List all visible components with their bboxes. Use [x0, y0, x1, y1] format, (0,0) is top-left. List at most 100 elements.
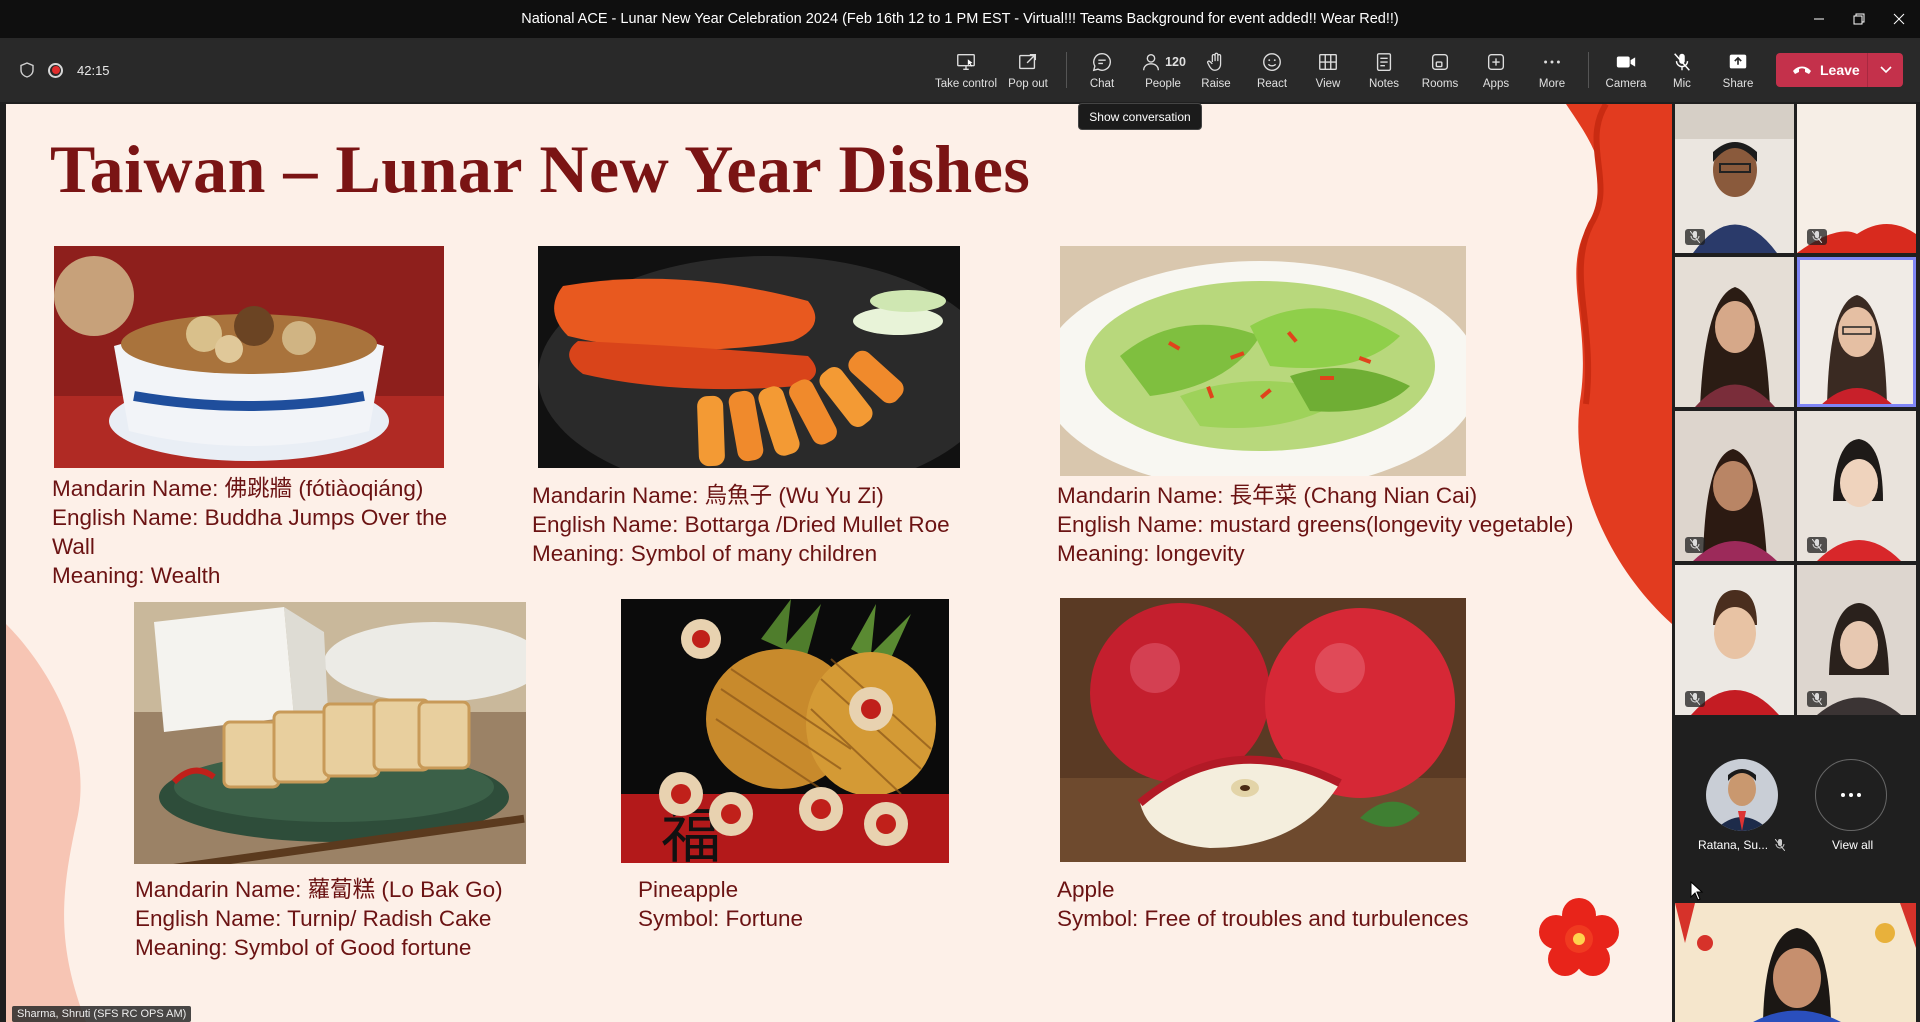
raise-label: Raise: [1201, 77, 1231, 90]
minimize-icon: [1814, 18, 1824, 20]
participant-video-tile[interactable]: [1797, 565, 1916, 715]
mustard-greens-photo: [1060, 246, 1466, 476]
participant-video-tile[interactable]: [1675, 104, 1794, 253]
leave-main[interactable]: Leave: [1776, 53, 1868, 87]
react-label: React: [1256, 77, 1288, 90]
mouse-cursor-icon: [1690, 881, 1704, 901]
view-all-participants-button[interactable]: [1815, 759, 1887, 831]
dish-caption-pineapple: Pineapple Symbol: Fortune: [638, 875, 803, 933]
restore-icon: [1853, 13, 1865, 25]
mic-muted-icon: [1674, 52, 1690, 71]
caption-line: Meaning: Symbol of many children: [532, 541, 878, 566]
participant-video-tile[interactable]: [1675, 257, 1794, 407]
dish-caption-radish-cake: Mandarin Name: 蘿蔔糕 (Lo Bak Go) English N…: [135, 875, 503, 962]
participant-avatar[interactable]: [1706, 759, 1778, 831]
caption-line: Meaning: Wealth: [52, 563, 221, 588]
recording-icon: [48, 62, 63, 78]
caption-line: Mandarin Name: 長年菜 (Chang Nian Cai): [1057, 483, 1478, 508]
rooms-button[interactable]: Rooms: [1410, 38, 1470, 102]
apps-button[interactable]: Apps: [1466, 38, 1526, 102]
caption-line: Symbol: Free of troubles and turbulences: [1057, 906, 1469, 931]
mullet-roe-photo: [538, 246, 960, 468]
apps-label: Apps: [1482, 77, 1510, 90]
participant-video-tile[interactable]: [1675, 565, 1794, 715]
participant-gallery: Ratana, Su... View all: [1672, 102, 1920, 1022]
participant-name: Ratana, Su...: [1698, 838, 1769, 852]
more-button[interactable]: More: [1522, 38, 1582, 102]
window-title: National ACE - Lunar New Year Celebratio…: [521, 11, 1399, 27]
leave-button[interactable]: Leave: [1776, 53, 1903, 87]
participant-video-tile[interactable]: [1675, 411, 1794, 561]
more-label: More: [1538, 77, 1566, 90]
screen-control-icon: [957, 53, 975, 70]
view-button[interactable]: View: [1298, 38, 1358, 102]
muted-badge: [1807, 691, 1827, 707]
caption-line: Meaning: longevity: [1057, 541, 1245, 566]
muted-badge: [1807, 537, 1827, 553]
chat-button[interactable]: Chat: [1072, 38, 1132, 102]
smiley-icon: [1263, 52, 1281, 71]
mic-off-icon: [1812, 539, 1822, 551]
breakout-rooms-icon: [1431, 53, 1449, 70]
people-icon-group: 120: [1140, 51, 1186, 73]
caption-line: English Name: Buddha Jumps Over the: [52, 505, 448, 530]
caption-line: Pineapple: [638, 877, 739, 902]
view-label: View: [1315, 77, 1341, 90]
people-label: People: [1145, 77, 1181, 90]
camera-button[interactable]: Camera: [1596, 38, 1656, 102]
share-screen-icon: [1729, 54, 1747, 68]
mic-off-icon: [1775, 839, 1785, 851]
self-video: [1675, 903, 1916, 1022]
leave-label: Leave: [1820, 62, 1860, 78]
people-count: 120: [1165, 54, 1186, 69]
shield-icon: [20, 62, 34, 78]
close-button[interactable]: [1876, 0, 1920, 38]
muted-badge: [1685, 229, 1705, 245]
caption-line: Wall: [52, 534, 95, 559]
active-speaker-video-tile[interactable]: [1797, 257, 1916, 407]
caption-line: Symbol: Fortune: [638, 906, 804, 931]
muted-badge: [1685, 691, 1705, 707]
pineapple-photo: 福: [621, 599, 949, 863]
take-control-button[interactable]: Take control: [935, 38, 997, 102]
notes-button[interactable]: Notes: [1354, 38, 1414, 102]
grid-view-icon: [1319, 53, 1337, 70]
people-icon: [1143, 53, 1160, 70]
camera-icon: [1616, 56, 1636, 67]
participant-video: [1797, 257, 1916, 407]
raise-hand-button[interactable]: Raise: [1186, 38, 1246, 102]
mic-off-icon: [1812, 231, 1822, 243]
camera-label: Camera: [1605, 77, 1647, 90]
mic-off-icon: [1690, 693, 1700, 705]
muted-badge: [1807, 229, 1827, 245]
tooltip: Show conversation: [1078, 103, 1202, 130]
toolbar-divider: [1066, 52, 1067, 88]
chat-icon: [1092, 52, 1111, 71]
add-app-icon: [1487, 53, 1505, 70]
chevron-down-icon: [1879, 66, 1892, 74]
participant-video: [1675, 257, 1794, 407]
mic-label: Mic: [1673, 77, 1691, 90]
participant-video-tile[interactable]: [1797, 104, 1916, 253]
shared-slide: Taiwan – Lunar New Year Dishes Mandarin …: [6, 104, 1672, 1022]
share-button[interactable]: Share: [1708, 38, 1768, 102]
teams-meeting-window: National ACE - Lunar New Year Celebratio…: [0, 0, 1920, 1022]
title-bar: National ACE - Lunar New Year Celebratio…: [0, 0, 1920, 38]
pop-out-button[interactable]: Pop out: [998, 38, 1058, 102]
toolbar-divider: [1588, 52, 1589, 88]
leave-options-button[interactable]: [1868, 53, 1903, 87]
mic-off-icon: [1690, 539, 1700, 551]
pop-out-label: Pop out: [1008, 77, 1048, 90]
self-view-video[interactable]: [1675, 903, 1916, 1022]
presenter-name-label: Sharma, Shruti (SFS RC OPS AM): [12, 1006, 192, 1022]
mic-off-icon: [1812, 693, 1822, 705]
participant-video-tile[interactable]: [1797, 411, 1916, 561]
dish-caption-buddha-jumps: Mandarin Name: 佛跳牆 (fótiàoqiáng) English…: [52, 474, 447, 590]
mic-button[interactable]: Mic: [1652, 38, 1712, 102]
view-all-label: View all: [1832, 838, 1874, 852]
rooms-label: Rooms: [1421, 77, 1459, 90]
react-button[interactable]: React: [1242, 38, 1302, 102]
caption-line: Apple: [1057, 877, 1115, 902]
meeting-timer: 42:15: [77, 62, 110, 78]
dish-caption-mustard-greens: Mandarin Name: 長年菜 (Chang Nian Cai) Engl…: [1057, 481, 1574, 568]
